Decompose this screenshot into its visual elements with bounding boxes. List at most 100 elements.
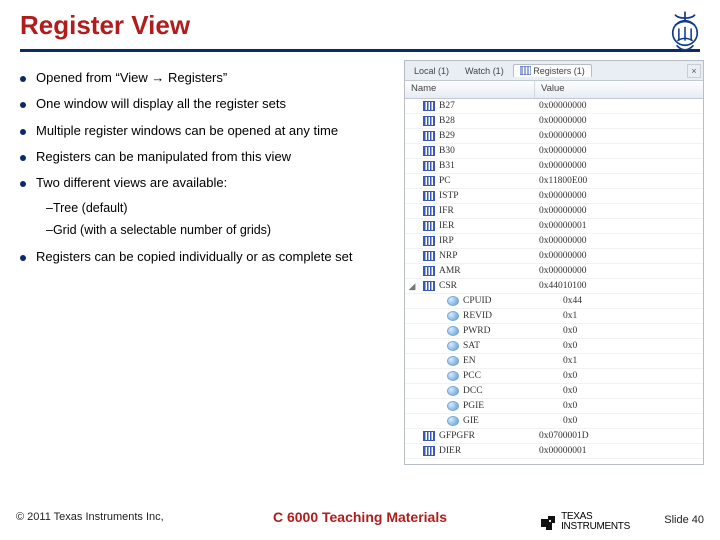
register-icon bbox=[423, 116, 435, 126]
bit-icon bbox=[447, 371, 459, 381]
register-icon bbox=[423, 206, 435, 216]
table-row[interactable]: PCC0x0 bbox=[405, 369, 703, 384]
reg-value: 0x0 bbox=[563, 401, 703, 411]
reg-value: 0x00000000 bbox=[539, 251, 703, 261]
tab-label: Registers (1) bbox=[533, 66, 585, 76]
register-rows: B270x00000000B280x00000000B290x00000000B… bbox=[405, 99, 703, 464]
reg-name: GFPGFR bbox=[439, 431, 539, 441]
reg-name: DCC bbox=[463, 386, 563, 396]
reg-name: PWRD bbox=[463, 326, 563, 336]
table-row[interactable]: PGIE0x0 bbox=[405, 399, 703, 414]
reg-name: PCC bbox=[463, 371, 563, 381]
reg-value: 0x00000000 bbox=[539, 266, 703, 276]
reg-value: 0x00000000 bbox=[539, 161, 703, 171]
register-icon bbox=[423, 431, 435, 441]
reg-name: B28 bbox=[439, 116, 539, 126]
bit-icon bbox=[447, 401, 459, 411]
table-row[interactable]: AMR0x00000000 bbox=[405, 264, 703, 279]
reg-name: IFR bbox=[439, 206, 539, 216]
reg-name: B31 bbox=[439, 161, 539, 171]
reg-value: 0x1 bbox=[563, 356, 703, 366]
col-name[interactable]: Name bbox=[405, 81, 535, 98]
table-row[interactable]: IER0x00000001 bbox=[405, 219, 703, 234]
table-row[interactable]: DIER0x00000001 bbox=[405, 444, 703, 459]
reg-value: 0x00000000 bbox=[539, 116, 703, 126]
close-icon[interactable]: × bbox=[687, 64, 701, 78]
reg-value: 0x44010100 bbox=[539, 281, 703, 291]
table-row[interactable]: ISTP0x00000000 bbox=[405, 189, 703, 204]
table-row[interactable]: B290x00000000 bbox=[405, 129, 703, 144]
reg-value: 0x1 bbox=[563, 311, 703, 321]
reg-name: PGIE bbox=[463, 401, 563, 411]
register-icon bbox=[423, 176, 435, 186]
register-icon bbox=[423, 251, 435, 261]
tab-registers[interactable]: Registers (1) bbox=[513, 64, 592, 77]
tab-local[interactable]: Local (1) bbox=[407, 64, 456, 77]
table-row[interactable]: B300x00000000 bbox=[405, 144, 703, 159]
sub-item: –Tree (default) bbox=[46, 201, 394, 217]
reg-value: 0x00000000 bbox=[539, 146, 703, 156]
table-row[interactable]: IRP0x00000000 bbox=[405, 234, 703, 249]
table-row[interactable]: REVID0x1 bbox=[405, 309, 703, 324]
register-icon bbox=[423, 191, 435, 201]
reg-name: ISTP bbox=[439, 191, 539, 201]
register-icon bbox=[423, 131, 435, 141]
reg-value: 0x00000000 bbox=[539, 131, 703, 141]
table-row[interactable]: B270x00000000 bbox=[405, 99, 703, 114]
reg-value: 0x00000000 bbox=[539, 236, 703, 246]
reg-value: 0x44 bbox=[563, 296, 703, 306]
table-row[interactable]: CPUID0x44 bbox=[405, 294, 703, 309]
tab-bar: Local (1) Watch (1) Registers (1) × bbox=[405, 61, 703, 81]
table-row[interactable]: IFR0x00000000 bbox=[405, 204, 703, 219]
registers-panel: Local (1) Watch (1) Registers (1) × Name… bbox=[404, 60, 704, 465]
sub-item: –Grid (with a selectable number of grids… bbox=[46, 223, 394, 239]
reg-name: IER bbox=[439, 221, 539, 231]
reg-value: 0x00000001 bbox=[539, 446, 703, 456]
ti-chip-icon bbox=[539, 513, 557, 531]
reg-name: B29 bbox=[439, 131, 539, 141]
table-row[interactable]: DCC0x0 bbox=[405, 384, 703, 399]
bit-icon bbox=[447, 356, 459, 366]
reg-name: SAT bbox=[463, 341, 563, 351]
reg-name: B30 bbox=[439, 146, 539, 156]
reg-name: PC bbox=[439, 176, 539, 186]
bullet-text: Two different views are available: bbox=[36, 175, 227, 191]
reg-value: 0x0 bbox=[563, 326, 703, 336]
table-row[interactable]: B310x00000000 bbox=[405, 159, 703, 174]
table-row[interactable]: EN0x1 bbox=[405, 354, 703, 369]
table-row[interactable]: PWRD0x0 bbox=[405, 324, 703, 339]
table-row[interactable]: GIE0x0 bbox=[405, 414, 703, 429]
slide-number: Slide 40 bbox=[664, 514, 704, 526]
col-value[interactable]: Value bbox=[535, 81, 703, 98]
bit-icon bbox=[447, 326, 459, 336]
reg-value: 0x00000001 bbox=[539, 221, 703, 231]
table-row[interactable]: B280x00000000 bbox=[405, 114, 703, 129]
reg-name: CSR bbox=[439, 281, 539, 291]
table-row[interactable]: SAT0x0 bbox=[405, 339, 703, 354]
bullet-text: Registers can be manipulated from this v… bbox=[36, 149, 291, 165]
tab-watch[interactable]: Watch (1) bbox=[458, 64, 511, 77]
reg-value: 0x0 bbox=[563, 416, 703, 426]
table-row[interactable]: ◢ CSR0x44010100 bbox=[405, 279, 703, 294]
collapse-icon[interactable]: ◢ bbox=[407, 281, 417, 292]
bit-icon bbox=[447, 386, 459, 396]
table-row[interactable]: PC0x11800E00 bbox=[405, 174, 703, 189]
reg-name: DIER bbox=[439, 446, 539, 456]
table-row[interactable]: GFPGFR0x0700001D bbox=[405, 429, 703, 444]
university-logo-icon bbox=[662, 10, 708, 56]
footer-center: C 6000 Teaching Materials bbox=[273, 509, 447, 525]
reg-name: REVID bbox=[463, 311, 563, 321]
list-item: Two different views are available: bbox=[20, 175, 394, 191]
bullet-text: Registers can be copied individually or … bbox=[36, 249, 353, 265]
register-icon bbox=[423, 161, 435, 171]
bullet-text: Opened from “View → Registers” bbox=[36, 70, 227, 86]
reg-value: 0x00000000 bbox=[539, 191, 703, 201]
reg-value: 0x00000000 bbox=[539, 101, 703, 111]
reg-value: 0x0 bbox=[563, 371, 703, 381]
title-rule bbox=[20, 49, 700, 52]
table-row[interactable]: NRP0x00000000 bbox=[405, 249, 703, 264]
reg-value: 0x11800E00 bbox=[539, 176, 703, 186]
copyright: © 2011 Texas Instruments Inc, bbox=[16, 511, 164, 523]
bullet-list: Opened from “View → Registers” One windo… bbox=[20, 60, 394, 465]
reg-name: NRP bbox=[439, 251, 539, 261]
